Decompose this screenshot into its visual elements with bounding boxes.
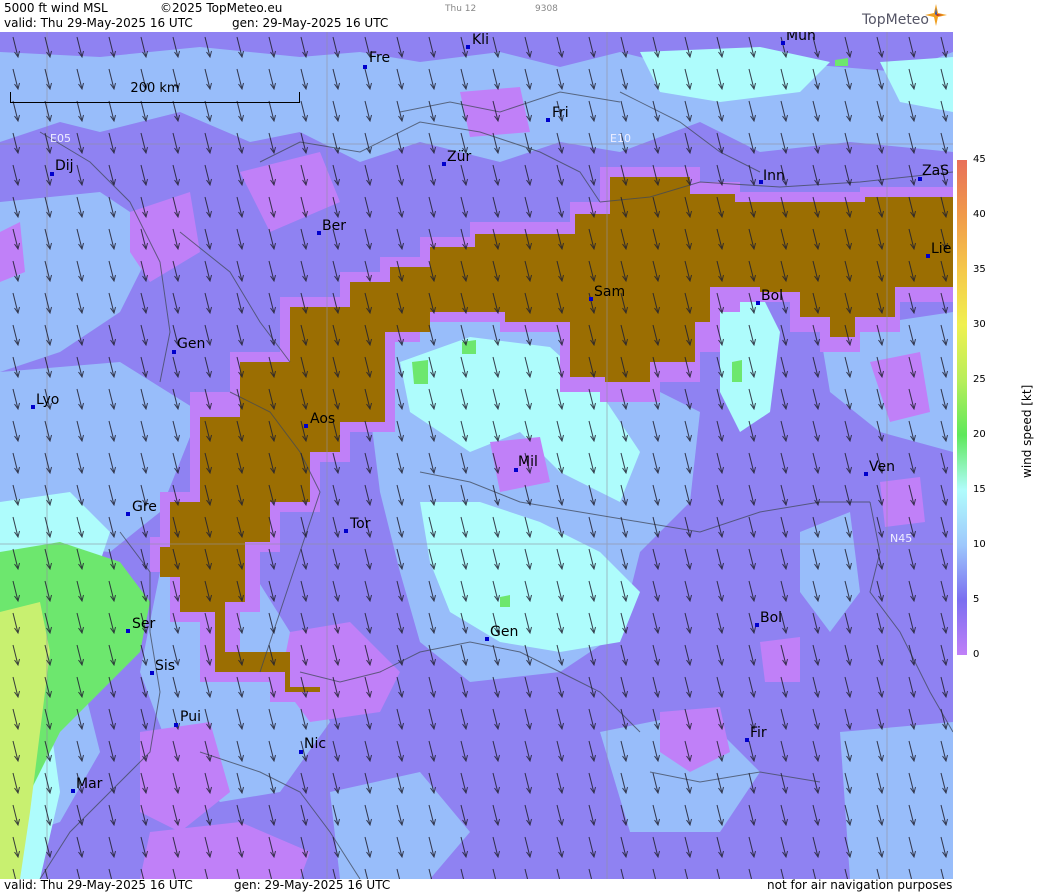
- city-mun[interactable]: Mün: [781, 32, 816, 45]
- city-gen-south[interactable]: Gen: [485, 624, 518, 641]
- scale-bar: 200 km: [10, 81, 300, 103]
- footer-generated-time: gen: 29-May-2025 16 UTC: [234, 878, 391, 892]
- legend-color-bar: [957, 160, 967, 655]
- city-bol-north[interactable]: Bol: [756, 288, 783, 305]
- city-bol-south[interactable]: Bol: [755, 610, 782, 627]
- city-inn[interactable]: Inn: [759, 168, 785, 184]
- wind-map[interactable]: 200 km E05 E10 N45 Kli Mün Fre Fri Dij Z…: [0, 32, 953, 879]
- city-ser[interactable]: Ser: [126, 616, 155, 633]
- product-name: 5000 ft wind MSL: [4, 1, 108, 15]
- run-id: 9308: [535, 4, 558, 14]
- legend-tick-5: 5: [973, 594, 980, 605]
- generated-time: gen: 29-May-2025 16 UTC: [232, 16, 389, 30]
- valid-time: valid: Thu 29-May-2025 16 UTC: [4, 16, 193, 30]
- city-fir[interactable]: Fir: [745, 725, 767, 742]
- copyright: ©2025 TopMeteo.eu: [160, 1, 283, 15]
- city-lyo[interactable]: Lyo: [31, 392, 59, 409]
- city-pui[interactable]: Pui: [174, 709, 201, 727]
- city-nic[interactable]: Nic: [299, 736, 326, 754]
- city-fre[interactable]: Fre: [363, 50, 390, 69]
- city-gen-west[interactable]: Gen: [172, 336, 205, 354]
- legend-tick-0: 0: [973, 649, 980, 660]
- brand-logo: TopMeteo: [862, 12, 929, 28]
- city-sam[interactable]: Sam: [589, 284, 625, 301]
- legend-tick-40: 40: [973, 209, 986, 220]
- legend-title: wind speed [kt]: [1020, 384, 1034, 478]
- city-zur[interactable]: Zür: [442, 149, 471, 166]
- run-code: Thu 12: [445, 4, 477, 14]
- city-ber[interactable]: Ber: [317, 218, 346, 235]
- legend-tick-25: 25: [973, 374, 986, 385]
- legend-tick-45: 45: [973, 154, 986, 165]
- city-mar[interactable]: Mar: [71, 776, 102, 793]
- grid-label-e10: E10: [610, 132, 631, 145]
- legend-tick-30: 30: [973, 319, 986, 330]
- footer-disclaimer: not for air navigation purposes: [767, 878, 953, 892]
- grid-label-e05: E05: [50, 132, 71, 145]
- city-lie[interactable]: Lie: [926, 241, 951, 258]
- grid-label-n45: N45: [890, 532, 913, 545]
- city-tor[interactable]: Tor: [344, 516, 371, 533]
- header: 5000 ft wind MSL ©2025 TopMeteo.eu Thu 1…: [0, 0, 953, 32]
- city-dij[interactable]: Dij: [50, 158, 74, 176]
- city-kli[interactable]: Kli: [466, 32, 489, 49]
- legend-tick-15: 15: [973, 484, 986, 495]
- legend-tick-35: 35: [973, 264, 986, 275]
- city-mil[interactable]: Mil: [514, 454, 538, 472]
- city-ven[interactable]: Ven: [864, 459, 895, 476]
- wind-field: [0, 32, 953, 879]
- city-sis[interactable]: Sis: [150, 658, 175, 675]
- city-aos[interactable]: Aos: [304, 411, 335, 428]
- compass-icon: [925, 4, 947, 26]
- city-gre[interactable]: Gre: [126, 499, 157, 516]
- footer: valid: Thu 29-May-2025 16 UTC gen: 29-Ma…: [0, 878, 953, 893]
- legend-tick-10: 10: [973, 539, 986, 550]
- scale-label: 200 km: [130, 81, 180, 96]
- footer-valid-time: valid: Thu 29-May-2025 16 UTC: [4, 878, 193, 892]
- city-zas[interactable]: ZaS: [918, 163, 949, 181]
- city-fri[interactable]: Fri: [546, 105, 569, 122]
- legend-tick-20: 20: [973, 429, 986, 440]
